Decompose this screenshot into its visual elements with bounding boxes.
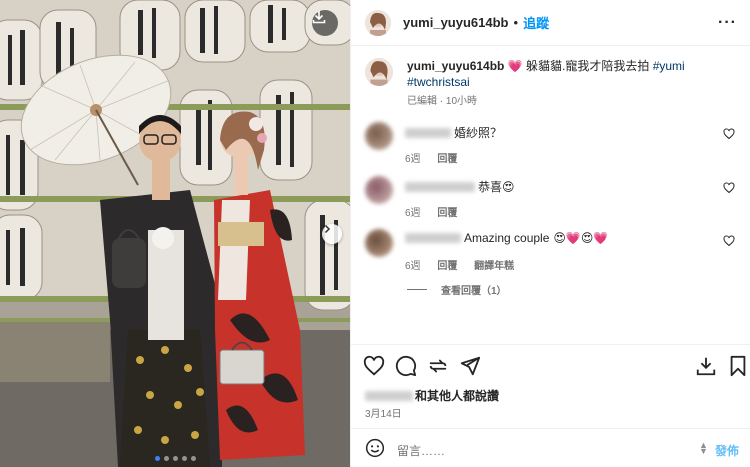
carousel-dot [163, 456, 169, 461]
comment-composer: 留言…… ▲ ▼ 發佈 [351, 428, 750, 467]
post-photo[interactable] [0, 0, 350, 467]
view-replies-button[interactable]: 查看回覆（1） [407, 282, 507, 297]
translate-button[interactable]: 翻譯年糕 [474, 261, 514, 272]
follow-button[interactable]: 追蹤 [523, 13, 549, 32]
comment-icon[interactable] [395, 355, 417, 377]
hashtag-link[interactable]: #twchristsai [407, 75, 470, 89]
comment-emojis: 😍 [502, 179, 515, 194]
comment-age: 6週 [405, 261, 421, 272]
send-icon[interactable] [459, 355, 481, 377]
caption-emoji: 💗 [507, 59, 523, 73]
reply-button[interactable]: 回覆 [437, 154, 457, 165]
chevron-right-icon [324, 224, 331, 234]
liker-username[interactable] [365, 390, 413, 401]
comment-text: 婚紗照？ [454, 126, 503, 140]
commenter-username[interactable] [405, 233, 461, 243]
separator-dot: · [439, 96, 444, 107]
resize-arrows-icon: ▲ ▼ [699, 440, 708, 456]
action-bar [351, 344, 750, 384]
divider [407, 289, 427, 290]
carousel-dot [172, 456, 178, 461]
share-icon[interactable] [427, 355, 449, 377]
comment-text: Amazing couple [464, 231, 550, 245]
avatar[interactable] [365, 9, 391, 36]
heart-icon[interactable] [363, 355, 385, 377]
comment-age: 6週 [405, 208, 421, 219]
caption-time: 10小時 [445, 96, 478, 107]
carousel-dot [154, 456, 160, 461]
post-comment-button[interactable]: 發佈 [715, 442, 739, 459]
avatar[interactable] [365, 176, 393, 204]
view-replies-label: 查看回覆（1） [441, 286, 507, 297]
emoji-icon[interactable] [365, 438, 385, 458]
edited-label: 已編輯 [407, 96, 437, 107]
likes-text: 和其他人都說讚 [415, 389, 500, 403]
post-date: 3月14日 [365, 409, 402, 420]
separator-dot: • [513, 15, 519, 30]
caption-username[interactable]: yumi_yuyu614bb [407, 59, 504, 73]
download-icon [312, 11, 326, 24]
comment-text: 恭喜 [478, 180, 503, 194]
likes-summary[interactable]: 和其他人都說讚 [365, 387, 499, 404]
comment-input[interactable]: 留言…… [397, 442, 445, 459]
comment-emojis: 😍💗😍💗 [553, 231, 609, 245]
comment-like-icon[interactable] [723, 128, 735, 140]
avatar[interactable] [365, 58, 393, 86]
download-button[interactable] [312, 10, 338, 36]
carousel-dot [181, 456, 187, 461]
post-caption: yumi_yuyu614bb 💗 躲貓貓.寵我才陪我去拍 #yumi #twch… [365, 58, 745, 110]
avatar[interactable] [365, 229, 393, 257]
hashtag-link[interactable]: #yumi [653, 59, 685, 73]
comment-age: 6週 [405, 154, 421, 165]
download-to-device-icon[interactable] [695, 355, 717, 377]
comment-like-icon[interactable] [723, 182, 735, 194]
post-panel: yumi_yuyu614bb • 追蹤 ··· yumi_yuyu614bb 💗… [350, 0, 750, 467]
comment-like-icon[interactable] [723, 235, 735, 247]
photo-illustration [0, 0, 350, 467]
post-author-username[interactable]: yumi_yuyu614bb [403, 15, 509, 30]
commenter-username[interactable] [405, 181, 475, 192]
more-options-icon[interactable]: ··· [718, 14, 737, 32]
avatar-image [365, 58, 393, 86]
commenter-username[interactable] [405, 127, 451, 138]
post-header: yumi_yuyu614bb • 追蹤 ··· [351, 0, 750, 46]
save-icon[interactable] [727, 355, 749, 377]
avatar[interactable] [365, 122, 393, 150]
next-slide-button[interactable] [322, 224, 342, 244]
reply-button[interactable]: 回覆 [437, 261, 457, 272]
carousel-indicator [0, 456, 350, 461]
caption-text: 躲貓貓.寵我才陪我去拍 [526, 59, 650, 73]
avatar-image [365, 9, 391, 36]
carousel-dot [190, 456, 196, 461]
reply-button[interactable]: 回覆 [437, 208, 457, 219]
